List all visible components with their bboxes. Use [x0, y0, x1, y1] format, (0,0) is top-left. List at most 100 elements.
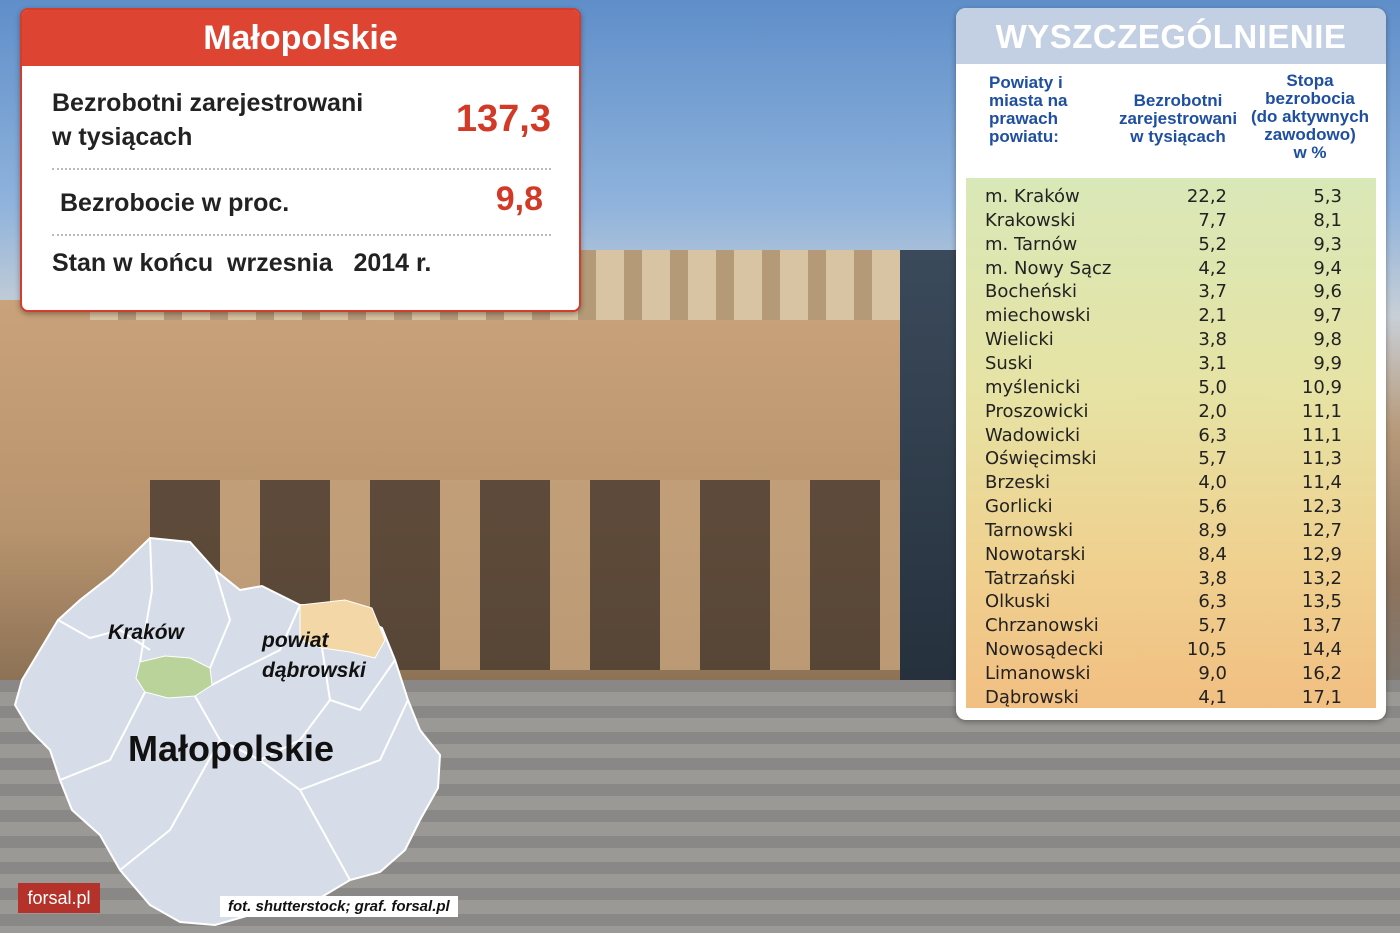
- col-header-rate: Stopa bezrobocia (do aktywnych zawodowo)…: [1250, 72, 1370, 162]
- rate-cell: 11,1: [1301, 400, 1342, 422]
- registered-cell: 5,2: [1198, 233, 1227, 255]
- district-name-cell: Nowosądecki: [985, 639, 1104, 661]
- table-row: Brzeski 4,0 11,4: [966, 471, 1376, 495]
- rate-cell: 17,1: [1301, 686, 1342, 708]
- header-line: prawach: [989, 109, 1058, 128]
- table-row: Dąbrowski 4,1 17,1: [966, 686, 1376, 710]
- registered-cell: 6,3: [1198, 424, 1227, 446]
- district-name-cell: Limanowski: [985, 663, 1091, 684]
- dabrowski-label-line2: dąbrowski: [262, 659, 366, 682]
- registered-cell: 10,5: [1186, 639, 1227, 661]
- registered-cell: 6,3: [1198, 591, 1227, 613]
- rate-cell: 9,3: [1313, 233, 1342, 255]
- dabrowski-label-line1: powiat: [262, 629, 329, 652]
- rate-cell: 9,9: [1313, 352, 1342, 374]
- registered-cell: 9,0: [1198, 663, 1227, 684]
- district-name-cell: Brzeski: [985, 472, 1051, 494]
- registered-cell: 3,7: [1198, 281, 1227, 303]
- rate-cell: 9,8: [1313, 329, 1342, 351]
- table-row: Oświęcimski 5,7 11,3: [966, 447, 1376, 471]
- registered-cell: 2,0: [1198, 400, 1227, 422]
- district-name-cell: Tatrzański: [985, 567, 1076, 589]
- district-name-cell: miechowski: [985, 305, 1091, 327]
- dabrowski-map-label: powiat dąbrowski: [262, 626, 366, 686]
- table-row: myślenicki 5,0 10,9: [966, 376, 1376, 400]
- header-line: w %: [1293, 143, 1327, 162]
- header-line: powiatu:: [989, 127, 1059, 146]
- registered-cell: 4,0: [1198, 472, 1227, 494]
- district-name-cell: Suski: [985, 352, 1033, 374]
- table-row: Proszowicki 2,0 11,1: [966, 400, 1376, 424]
- header-line: zarejestrowani: [1118, 109, 1238, 128]
- header-line: w tysiącach: [1130, 127, 1226, 146]
- divider: [52, 234, 551, 236]
- registered-cell: 5,6: [1198, 496, 1227, 518]
- registered-cell: 3,1: [1198, 352, 1227, 374]
- district-name-cell: Bocheński: [985, 281, 1077, 303]
- district-name-cell: m. Nowy Sącz: [985, 257, 1112, 279]
- header-line: miasta na: [989, 91, 1068, 110]
- registered-cell: 3,8: [1198, 329, 1227, 351]
- table-body: m. Kraków 22,2 5,3 Krakowski 7,7 8,1 m. Tarnów…: [966, 178, 1376, 708]
- registered-cell: 4,1: [1198, 686, 1227, 708]
- table-row: Olkuski 6,3 13,5: [966, 590, 1376, 614]
- table-row: m. Tarnów 5,2 9,3: [966, 233, 1376, 257]
- district-name-cell: Chrzanowski: [985, 615, 1099, 637]
- table-row: m. Nowy Sącz 4,2 9,4: [966, 257, 1376, 281]
- rate-cell: 13,2: [1301, 567, 1342, 589]
- summary-card: Małopolskie Bezrobotni zarejestrowani w …: [20, 8, 581, 312]
- rate-label: Bezrobocie w proc.: [60, 189, 290, 217]
- table-row: Tatrzański 3,8 13,2: [966, 567, 1376, 591]
- district-name-cell: Nowotarski: [985, 543, 1086, 565]
- rate-cell: 16,2: [1301, 663, 1342, 684]
- forsal-logo: forsal.pl: [18, 883, 100, 913]
- registered-cell: 4,2: [1198, 257, 1227, 279]
- district-name-cell: Wielicki: [985, 329, 1054, 351]
- registered-row: Bezrobotni zarejestrowani w tysiącach 13…: [52, 86, 551, 154]
- status-label: Stan w końcu wrzesnia 2014 r.: [52, 249, 432, 277]
- table-row: Wadowicki 6,3 11,1: [966, 424, 1376, 448]
- map-region-label: Małopolskie: [128, 728, 335, 769]
- rate-row: Bezrobocie w proc. 9,8: [52, 180, 551, 220]
- table-row: Suski 3,1 9,9: [966, 352, 1376, 376]
- table-row: Chrzanowski 5,7 13,7: [966, 614, 1376, 638]
- registered-cell: 8,9: [1198, 519, 1227, 541]
- rate-cell: 14,4: [1301, 639, 1342, 661]
- rate-cell: 12,7: [1301, 519, 1342, 541]
- header-line: zawodowo): [1264, 125, 1356, 144]
- summary-title: Małopolskie: [22, 10, 579, 66]
- rate-cell: 10,9: [1301, 376, 1342, 398]
- district-name-cell: Proszowicki: [985, 400, 1089, 422]
- district-name-cell: Krakowski: [985, 209, 1076, 231]
- district-name-cell: m. Kraków: [985, 186, 1080, 207]
- table-row: Limanowski 9,0 16,2: [966, 662, 1376, 686]
- registered-cell: 5,7: [1198, 615, 1227, 637]
- table-row: Nowosądecki 10,5 14,4: [966, 638, 1376, 662]
- krakow-map-label: Kraków: [108, 621, 184, 644]
- district-table-panel: WYSZCZEGÓLNIENIE Powiaty i miasta na pra…: [956, 8, 1386, 720]
- registered-cell: 7,7: [1198, 209, 1227, 231]
- table-title: WYSZCZEGÓLNIENIE: [956, 8, 1386, 64]
- registered-cell: 5,7: [1198, 448, 1227, 470]
- rate-cell: 5,3: [1313, 186, 1342, 207]
- table-row: Bocheński 3,7 9,6: [966, 280, 1376, 304]
- header-line: bezrobocia: [1265, 89, 1355, 108]
- rate-cell: 12,3: [1301, 496, 1342, 518]
- district-name-cell: m. Tarnów: [985, 233, 1078, 255]
- table-row: Nowotarski 8,4 12,9: [966, 543, 1376, 567]
- rate-cell: 9,7: [1313, 305, 1342, 327]
- district-name-cell: Wadowicki: [985, 424, 1081, 446]
- table-row: Tarnowski 8,9 12,7: [966, 519, 1376, 543]
- district-name-cell: Dąbrowski: [985, 686, 1079, 708]
- rate-cell: 11,3: [1301, 448, 1342, 470]
- photo-credit: fot. shutterstock; graf. forsal.pl: [220, 896, 458, 917]
- registered-cell: 2,1: [1198, 305, 1227, 327]
- district-name-cell: Gorlicki: [985, 496, 1053, 518]
- status-row: Stan w końcu wrzesnia 2014 r.: [52, 246, 551, 280]
- rate-cell: 8,1: [1313, 209, 1342, 231]
- registered-value: 137,3: [455, 98, 551, 140]
- table-row: Krakowski 7,7 8,1: [966, 209, 1376, 233]
- registered-cell: 8,4: [1198, 543, 1227, 565]
- registered-cell: 5,0: [1198, 376, 1227, 398]
- header-line: Bezrobotni: [1133, 91, 1223, 110]
